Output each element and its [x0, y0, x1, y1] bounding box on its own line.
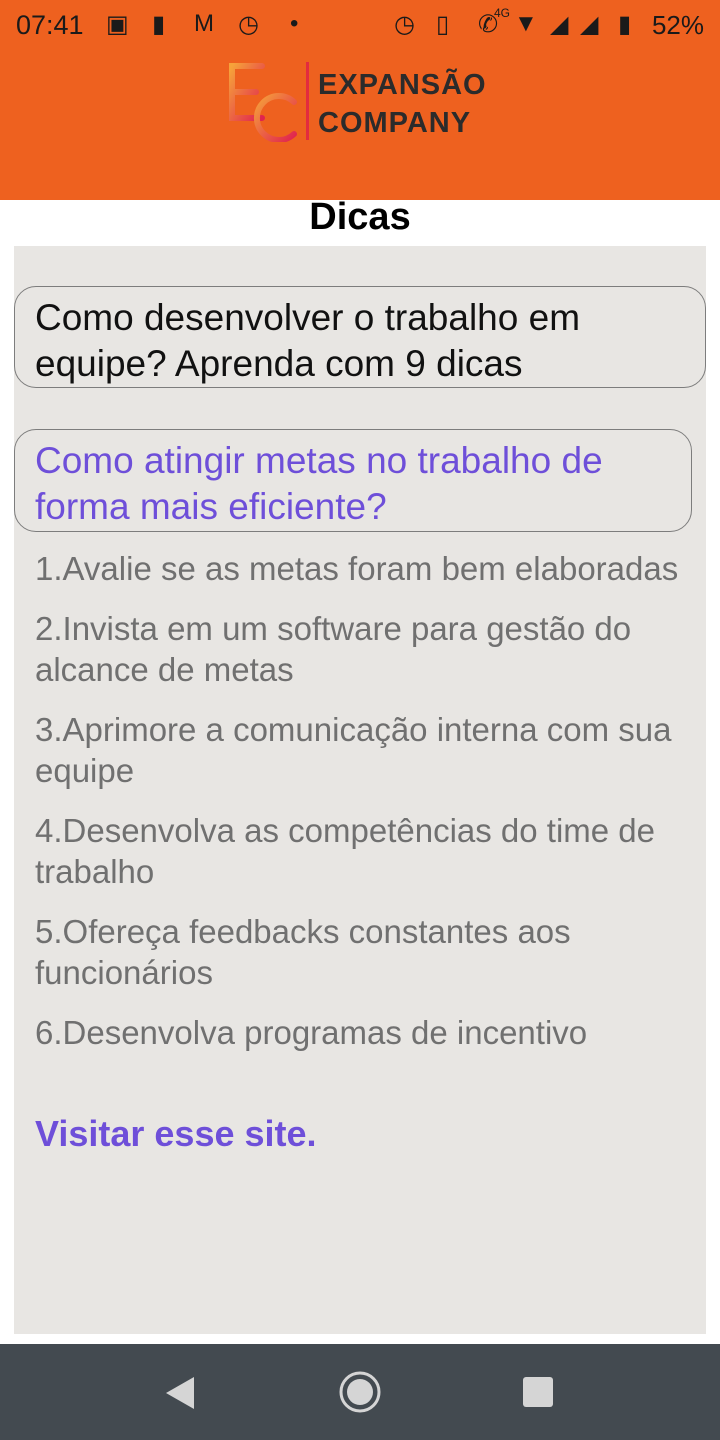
logo-divider [306, 62, 309, 140]
alarm-icon: ◷ [238, 11, 259, 38]
visit-site-link[interactable]: Visitar esse site. [35, 1113, 317, 1155]
brand-logo: EXPANSÃO COMPANY [222, 58, 512, 142]
brand-line-1: EXPANSÃO [318, 69, 487, 101]
home-icon[interactable] [338, 1370, 382, 1414]
alarm-icon: ◷ [394, 11, 415, 38]
battery-percent: 52% [651, 10, 704, 40]
brand-name: EXPANSÃO COMPANY [318, 66, 487, 142]
status-time: 07:41 [16, 10, 84, 40]
image-icon: ▣ [106, 11, 129, 38]
tip-card-teamwork[interactable]: Como desenvolver o trabalho em equipe? A… [14, 286, 706, 388]
recent-apps-icon[interactable] [523, 1377, 553, 1407]
tip-card-goals[interactable]: Como atingir metas no trabalho de forma … [14, 429, 692, 532]
wifi-icon: ▼ [514, 10, 538, 37]
list-item: 3.Aprimore a comunicação interna com sua… [35, 711, 672, 789]
list-item: 2.Invista em um software para gestão do … [35, 610, 632, 688]
logo-mark-icon [229, 63, 297, 142]
back-icon[interactable] [164, 1375, 196, 1411]
signal-icon: ◢ [550, 11, 569, 38]
tips-list: 1.Avalie se as metas foram bem elaborada… [35, 548, 685, 1072]
status-bar: 07:41 ▣ ▮ M ◷ • ◷ ▯ ✆ 4G ▼ ◢ ◢ ▮ 52% [0, 0, 720, 50]
brand-line-2: COMPANY [318, 107, 472, 139]
page-title: Dicas [309, 196, 411, 238]
vibrate-icon: ▯ [436, 11, 450, 38]
list-item: 5.Ofereça feedbacks constantes aos funci… [35, 913, 571, 991]
trash-icon: ▮ [152, 11, 166, 38]
gmail-icon: M [194, 10, 214, 37]
signal-icon: ◢ [580, 11, 599, 38]
list-item: 4.Desenvolva as competências do time de … [35, 812, 656, 890]
list-item: 6.Desenvolva programas de incentivo [35, 1014, 588, 1051]
network-type: 4G [494, 6, 511, 20]
list-item: 1.Avalie se as metas foram bem elaborada… [35, 550, 679, 587]
dot-icon: • [290, 10, 299, 37]
battery-icon: ▮ [618, 11, 632, 38]
